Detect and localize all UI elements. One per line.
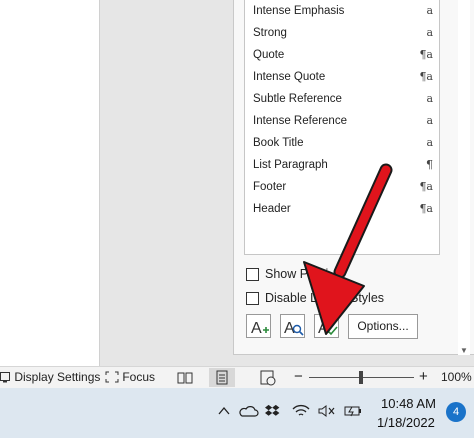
style-item-subtle-reference[interactable]: Subtle Reference a	[253, 90, 437, 110]
style-item-label: Strong	[253, 27, 287, 39]
disable-linked-styles-checkbox[interactable]	[246, 292, 259, 305]
options-button[interactable]: Options...	[348, 314, 418, 339]
document-page[interactable]	[0, 0, 100, 366]
screen: Intense Emphasis a Strong a Quote ¶a Int…	[0, 0, 474, 438]
scroll-down-icon[interactable]: ▼	[460, 346, 468, 355]
svg-text:A: A	[318, 320, 329, 337]
character-style-icon: a	[426, 114, 433, 127]
styles-list: Intense Emphasis a Strong a Quote ¶a Int…	[244, 0, 440, 255]
style-item-label: Footer	[253, 181, 287, 193]
manage-styles-icon: A	[318, 320, 338, 337]
print-layout-button[interactable]	[209, 368, 235, 387]
onedrive-icon[interactable]	[239, 404, 259, 418]
notification-badge[interactable]: 4	[446, 402, 466, 422]
focus-label: Focus	[122, 370, 156, 384]
zoom-out-button[interactable]: −	[294, 368, 303, 385]
styles-pane: Intense Emphasis a Strong a Quote ¶a Int…	[233, 0, 474, 355]
linked-style-icon: ¶a	[419, 70, 433, 83]
volume-muted-icon[interactable]	[318, 404, 336, 418]
character-style-icon: a	[426, 136, 433, 149]
wifi-icon[interactable]	[292, 404, 310, 418]
style-item-label: Intense Emphasis	[253, 5, 345, 17]
linked-style-icon: ¶a	[419, 202, 433, 215]
style-item-label: Subtle Reference	[253, 93, 342, 105]
style-item-label: Book Title	[253, 137, 304, 149]
style-inspector-button[interactable]: A	[280, 314, 305, 338]
style-item-label: Header	[253, 203, 291, 215]
taskbar: 10:48 AM 1/18/2022 4	[0, 388, 474, 438]
character-style-icon: a	[426, 26, 433, 39]
linked-style-icon: ¶a	[419, 180, 433, 193]
style-item-label: Intense Quote	[253, 71, 326, 83]
style-inspector-icon: A	[284, 320, 304, 337]
disable-linked-styles-label: Disable Lin	[265, 291, 327, 305]
show-preview-label: Show Previ	[265, 267, 329, 281]
style-item-intense-reference[interactable]: Intense Reference a	[253, 112, 437, 132]
display-settings-label: Display Settings	[14, 370, 101, 384]
read-mode-icon	[177, 372, 193, 384]
pane-scrollbar[interactable]: ▼	[458, 0, 470, 355]
show-preview-checkbox[interactable]	[246, 268, 259, 281]
style-item-header[interactable]: Header ¶a	[253, 200, 437, 220]
character-style-icon: a	[426, 92, 433, 105]
style-item-strong[interactable]: Strong a	[253, 24, 437, 44]
disable-linked-styles-label-tail: Styles	[350, 291, 385, 305]
web-layout-icon	[260, 370, 276, 386]
print-layout-icon	[216, 370, 228, 385]
style-item-label: Quote	[253, 49, 285, 61]
style-item-footer[interactable]: Footer ¶a	[253, 178, 437, 198]
paragraph-style-icon: ¶	[426, 158, 433, 171]
battery-charging-icon[interactable]	[344, 404, 364, 418]
dropbox-icon[interactable]	[265, 404, 281, 418]
clock-date[interactable]: 1/18/2022	[377, 415, 435, 430]
style-item-label: Intense Reference	[253, 115, 347, 127]
style-item-list-paragraph[interactable]: List Paragraph ¶	[253, 156, 437, 176]
document-area: Intense Emphasis a Strong a Quote ¶a Int…	[0, 0, 474, 366]
style-item-quote[interactable]: Quote ¶a	[253, 46, 437, 66]
focus-button[interactable]: Focus	[105, 370, 155, 384]
chevron-up-icon[interactable]	[217, 404, 231, 418]
new-style-button[interactable]: A	[246, 314, 271, 338]
linked-style-icon: ¶a	[419, 48, 433, 61]
status-bar: Display Settings Focus − + 100%	[0, 366, 474, 388]
new-style-icon: A	[251, 320, 269, 337]
focus-icon	[105, 371, 119, 383]
style-item-label: List Paragraph	[253, 159, 328, 171]
display-settings-icon	[0, 372, 10, 383]
zoom-level[interactable]: 100%	[441, 370, 472, 384]
manage-styles-button[interactable]: A	[314, 314, 339, 338]
character-style-icon: a	[426, 4, 433, 17]
style-item-book-title[interactable]: Book Title a	[253, 134, 437, 154]
zoom-slider-thumb[interactable]	[359, 371, 363, 384]
style-item-intense-quote[interactable]: Intense Quote ¶a	[253, 68, 437, 88]
web-layout-button[interactable]	[255, 368, 281, 387]
style-item-intense-emphasis[interactable]: Intense Emphasis a	[253, 2, 437, 22]
svg-text:A: A	[251, 320, 262, 337]
clock-time[interactable]: 10:48 AM	[381, 396, 436, 411]
zoom-in-button[interactable]: +	[419, 368, 428, 385]
display-settings-button[interactable]: Display Settings	[0, 370, 100, 384]
read-mode-button[interactable]	[172, 368, 198, 387]
